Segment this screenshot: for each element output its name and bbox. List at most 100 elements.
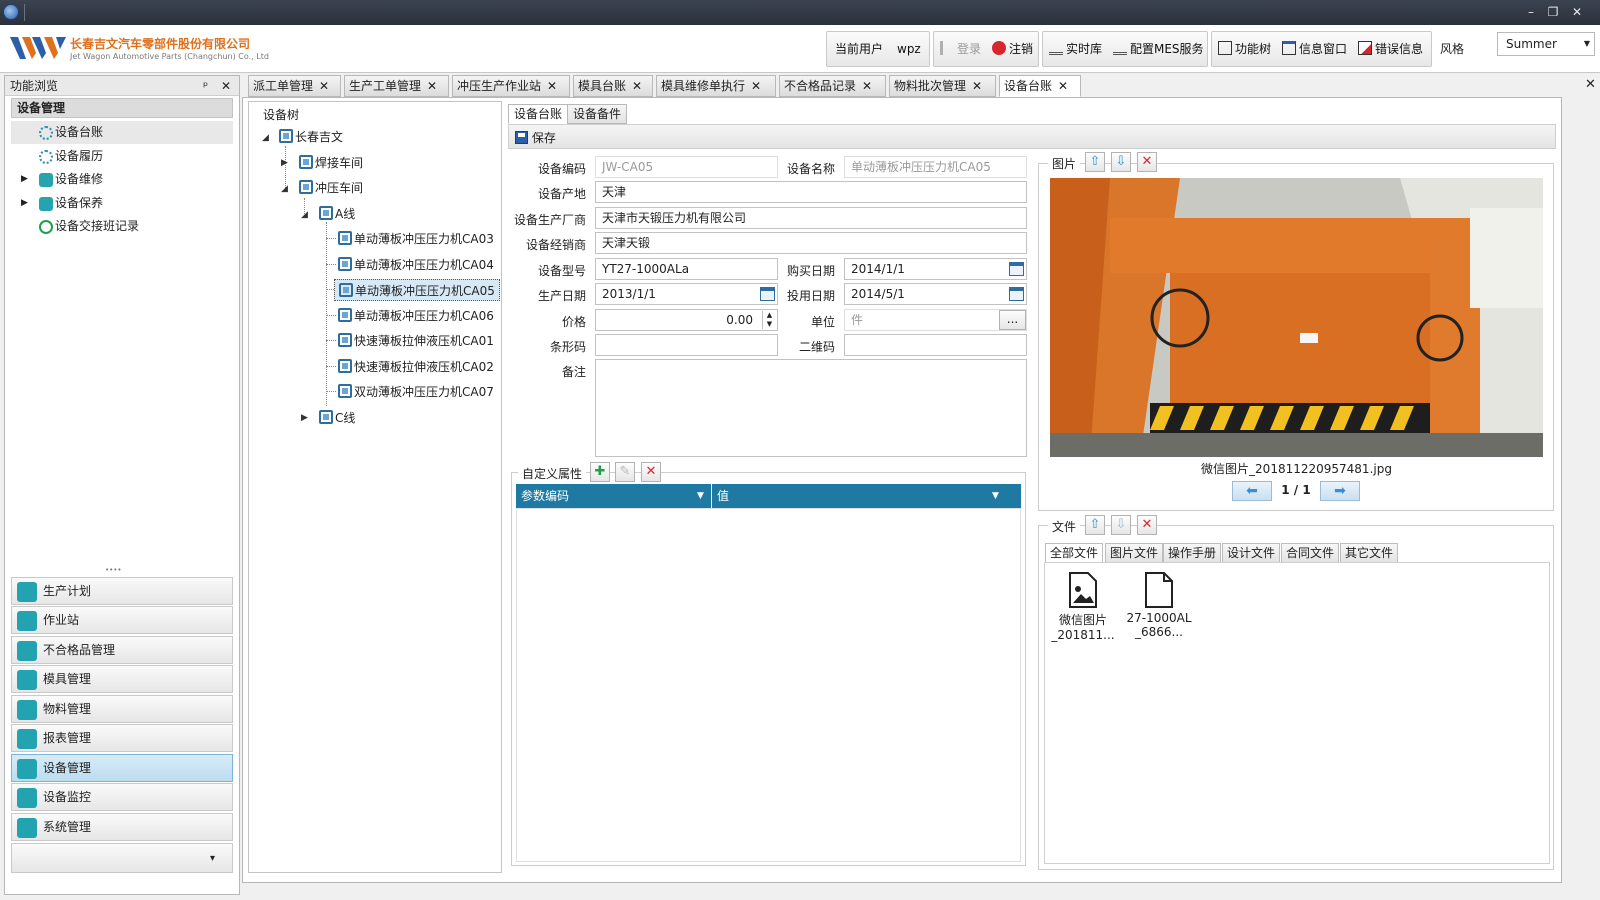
delete-icon[interactable]: ✕ xyxy=(641,462,661,482)
module-workstation[interactable]: 作业站 xyxy=(11,606,233,634)
close-icon[interactable]: ✕ xyxy=(632,79,642,93)
nav-item-shift-handover[interactable]: 设备交接班记录 xyxy=(11,215,233,238)
collapse-arrow-icon[interactable]: ◢ xyxy=(262,133,269,143)
use-date-field[interactable]: 2014/5/1 xyxy=(844,283,1027,305)
buy-date-field[interactable]: 2014/1/1 xyxy=(844,258,1027,280)
file-tab-designs[interactable]: 设计文件 xyxy=(1222,543,1281,563)
maker-field[interactable]: 天津市天锻压力机有限公司 xyxy=(595,207,1027,229)
module-material[interactable]: 物料管理 xyxy=(11,695,233,723)
nav-item-equipment-history[interactable]: 设备履历 xyxy=(11,145,233,168)
origin-field[interactable]: 天津 xyxy=(595,181,1027,203)
tab-work-order[interactable]: 生产工单管理 ✕ xyxy=(344,75,449,97)
save-button[interactable]: 保存 xyxy=(515,129,556,146)
collapse-arrow-icon[interactable]: ◢ xyxy=(301,210,308,220)
equipment-photo[interactable] xyxy=(1050,178,1543,457)
tree-node-machine[interactable]: 单动薄板冲压压力机CA03 xyxy=(338,228,494,250)
filter-icon[interactable]: ▼ xyxy=(697,484,704,508)
file-item[interactable]: 27-1000AL _6866... xyxy=(1124,572,1194,639)
tree-node-machine-selected[interactable]: 单动薄板冲压压力机CA05 xyxy=(334,279,500,301)
expand-arrow-icon[interactable]: ▶ xyxy=(301,413,308,423)
close-icon[interactable]: ✕ xyxy=(547,79,557,93)
close-window-button[interactable]: ✕ xyxy=(1566,3,1588,21)
tab-nonconforming[interactable]: 不合格品记录 ✕ xyxy=(779,75,886,97)
tab-material-batch[interactable]: 物料批次管理 ✕ xyxy=(889,75,996,97)
function-tree-button[interactable]: 功能树 xyxy=(1218,32,1271,66)
close-icon[interactable]: ✕ xyxy=(427,79,437,93)
file-tab-pictures[interactable]: 图片文件 xyxy=(1105,543,1164,563)
module-production-plan[interactable]: 生产计划 xyxy=(11,577,233,605)
tree-node-machine[interactable]: 快速薄板拉伸液压机CA01 xyxy=(338,330,494,352)
error-info-button[interactable]: 错误信息 xyxy=(1358,32,1423,66)
tree-node-machine[interactable]: 单动薄板冲压压力机CA04 xyxy=(338,254,494,276)
tree-node-line-c[interactable]: C线 xyxy=(319,407,355,429)
splitter-handle[interactable]: •••• xyxy=(105,566,122,574)
subtab-spare-parts[interactable]: 设备备件 xyxy=(567,104,628,124)
expand-arrow-icon[interactable]: ▶ xyxy=(21,168,28,191)
expand-arrow-icon[interactable]: ▶ xyxy=(281,158,288,168)
download-icon[interactable]: ⇩ xyxy=(1111,515,1131,535)
file-tab-all[interactable]: 全部文件 xyxy=(1045,543,1104,563)
barcode-field[interactable] xyxy=(595,334,778,356)
next-picture-button[interactable]: ➡ xyxy=(1320,481,1360,501)
download-icon[interactable]: ⇩ xyxy=(1111,152,1131,172)
collapse-arrow-icon[interactable]: ◢ xyxy=(281,184,288,194)
price-field[interactable]: 0.00 xyxy=(595,309,778,331)
tree-node-welding-workshop[interactable]: 焊接车间 xyxy=(299,152,363,174)
close-all-tabs-icon[interactable]: ✕ xyxy=(1585,77,1596,92)
chevron-down-icon[interactable]: ▾ xyxy=(210,846,215,872)
dealer-field[interactable]: 天津天锻 xyxy=(595,232,1027,254)
delete-icon[interactable]: ✕ xyxy=(1137,515,1157,535)
tab-equipment-ledger[interactable]: 设备台账 ✕ xyxy=(999,75,1081,97)
subtab-ledger[interactable]: 设备台账 xyxy=(508,104,569,124)
module-mold[interactable]: 模具管理 xyxy=(11,665,233,693)
file-tab-contracts[interactable]: 合同文件 xyxy=(1281,543,1340,563)
name-field[interactable]: 单动薄板冲压压力机CA05 xyxy=(844,156,1027,178)
info-window-button[interactable]: 信息窗口 xyxy=(1282,32,1347,66)
login-button[interactable]: 登录 xyxy=(940,32,981,66)
tab-mold-repair[interactable]: 模具维修单执行 ✕ xyxy=(656,75,776,97)
prev-picture-button[interactable]: ⬅ xyxy=(1232,481,1272,501)
tab-mold-ledger[interactable]: 模具台账 ✕ xyxy=(573,75,653,97)
attributes-grid-body[interactable] xyxy=(516,508,1021,862)
close-panel-icon[interactable]: ✕ xyxy=(221,76,231,96)
tree-node-root[interactable]: 长春吉文 xyxy=(279,126,343,148)
code-field[interactable]: JW-CA05 xyxy=(595,156,778,178)
restore-button[interactable]: ❐ xyxy=(1542,3,1564,21)
minimize-button[interactable]: – xyxy=(1520,3,1542,21)
module-equipment-monitor[interactable]: 设备监控 xyxy=(11,783,233,811)
module-nonconforming[interactable]: 不合格品管理 xyxy=(11,636,233,664)
logout-button[interactable]: 注销 xyxy=(992,32,1033,66)
module-system[interactable]: 系统管理 xyxy=(11,813,233,841)
module-overflow[interactable]: ▾ xyxy=(11,843,233,873)
tree-node-stamping-workshop[interactable]: 冲压车间 xyxy=(299,177,363,199)
col-param-code[interactable]: 参数编码 xyxy=(521,484,569,508)
close-icon[interactable]: ✕ xyxy=(972,79,982,93)
close-icon[interactable]: ✕ xyxy=(319,79,329,93)
tree-node-line-a[interactable]: A线 xyxy=(319,203,355,225)
tree-node-machine[interactable]: 双动薄板冲压压力机CA07 xyxy=(338,381,494,403)
remark-textarea[interactable] xyxy=(595,359,1027,457)
add-icon[interactable]: ✚ xyxy=(590,462,610,482)
module-equipment[interactable]: 设备管理 xyxy=(11,754,233,782)
tab-dispatch[interactable]: 派工单管理 ✕ xyxy=(248,75,341,97)
prod-date-field[interactable]: 2013/1/1 xyxy=(595,283,778,305)
model-field[interactable]: YT27-1000ALa xyxy=(595,258,778,280)
calendar-icon[interactable] xyxy=(1009,262,1024,276)
expand-arrow-icon[interactable]: ▶ xyxy=(21,192,28,215)
configure-mes-button[interactable]: 配置MES服务 xyxy=(1113,32,1204,66)
qrcode-field[interactable] xyxy=(844,334,1027,356)
tree-node-machine[interactable]: 快速薄板拉伸液压机CA02 xyxy=(338,356,494,378)
tree-node-machine[interactable]: 单动薄板冲压压力机CA06 xyxy=(338,305,494,327)
calendar-icon[interactable] xyxy=(1009,287,1024,301)
close-icon[interactable]: ✕ xyxy=(862,79,872,93)
upload-icon[interactable]: ⇧ xyxy=(1085,152,1105,172)
nav-item-equipment-maintenance[interactable]: ▶ 设备保养 xyxy=(11,192,233,215)
tab-stamping-station[interactable]: 冲压生产作业站 ✕ xyxy=(452,75,570,97)
close-icon[interactable]: ✕ xyxy=(1058,79,1068,93)
unit-browse-button[interactable]: ... xyxy=(999,310,1026,330)
upload-icon[interactable]: ⇧ xyxy=(1085,515,1105,535)
col-value[interactable]: 值 xyxy=(717,484,729,508)
file-tab-others[interactable]: 其它文件 xyxy=(1340,543,1399,563)
delete-icon[interactable]: ✕ xyxy=(1137,152,1157,172)
nav-item-equipment-ledger[interactable]: 设备台账 xyxy=(11,121,233,144)
